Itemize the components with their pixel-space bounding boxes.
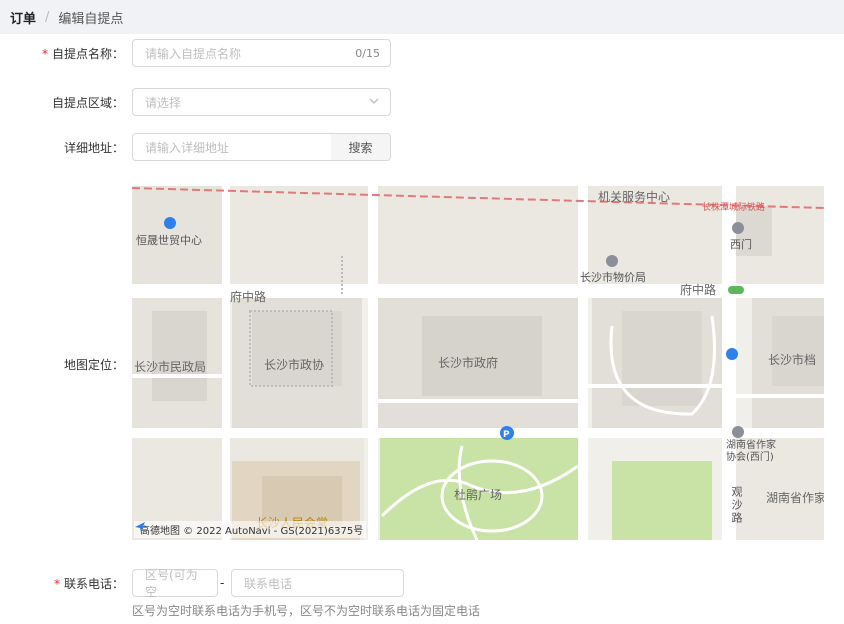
region-placeholder: 请选择	[145, 95, 182, 110]
svg-text:P: P	[503, 430, 510, 440]
required-mark: *	[41, 46, 48, 61]
chevron-down-icon	[368, 95, 380, 110]
name-input[interactable]: 请输入自提点名称 0/15	[132, 39, 391, 67]
map-label-zuojia: 湖南省作家 协会(西门)	[726, 440, 776, 463]
phone-hint: 区号为空时联系电话为手机号，区号不为空时联系电话为固定电话	[132, 604, 481, 618]
map-label-fuzhong-left: 府中路	[230, 290, 267, 304]
phone-input[interactable]: 联系电话	[231, 569, 404, 597]
map-label-ximen: 西门	[730, 238, 752, 251]
name-placeholder: 请输入自提点名称	[145, 46, 242, 61]
name-counter: 0/15	[355, 47, 380, 60]
map-label: 地图定位：	[63, 357, 124, 372]
breadcrumb-root[interactable]: 订单	[10, 8, 36, 27]
phone-dash: -	[220, 576, 225, 590]
required-mark-phone: *	[53, 576, 60, 591]
map-label-dupeng: 杜鹃广场	[454, 488, 503, 502]
map-attribution: 高德地图 © 2022 AutoNavi - GS(2021)6375号	[134, 521, 367, 538]
form-row-address: 详细地址：	[0, 133, 844, 161]
breadcrumb: 订单 / 编辑自提点	[0, 0, 844, 34]
address-input[interactable]: 请输入详细地址	[132, 133, 332, 161]
phone-label: * 联系电话：	[53, 576, 124, 591]
map-label-railway: 长株潭城际铁路	[702, 203, 766, 213]
breadcrumb-current: 编辑自提点	[58, 11, 124, 27]
map-label-jiguan: 机关服务中心	[598, 190, 671, 204]
search-button[interactable]: 搜索	[331, 133, 391, 161]
map-label-fuzhong-right: 府中路	[680, 283, 717, 297]
breadcrumb-separator: /	[45, 9, 50, 25]
map-label-hunan-zuo: 湖南省作家	[766, 491, 824, 505]
region-select[interactable]: 请选择	[132, 88, 391, 116]
map-label-guansha: 观沙路	[730, 486, 743, 525]
region-label: 自提点区域：	[51, 95, 124, 110]
map-label-hengsheng: 恒晟世贸中心	[136, 234, 202, 247]
map-label-dangan: 长沙市档	[768, 353, 817, 367]
form-row-phone: * 联系电话：	[0, 569, 844, 597]
map-label-wujia: 长沙市物价局	[580, 271, 646, 284]
area-code-placeholder: 区号(可为空	[145, 568, 198, 599]
name-label: * 自提点名称：	[41, 46, 124, 61]
form-row-name: * 自提点名称：	[0, 39, 844, 67]
form-row-region: 自提点区域：	[0, 88, 844, 116]
address-placeholder: 请输入详细地址	[145, 140, 230, 155]
map-label-zhengfu: 长沙市政府	[438, 356, 499, 370]
map-label-minzheng: 长沙市民政局	[134, 360, 207, 374]
phone-placeholder: 联系电话	[244, 576, 293, 591]
map-view[interactable]: P 恒晟世贸中心 机关服务中心 长株潭城际铁路 西门 长沙市物价局 府中路 府中…	[132, 186, 824, 540]
address-label: 详细地址：	[63, 140, 124, 155]
area-code-input[interactable]: 区号(可为空	[132, 568, 218, 599]
map-label-zhengxie: 长沙市政协	[264, 358, 325, 372]
